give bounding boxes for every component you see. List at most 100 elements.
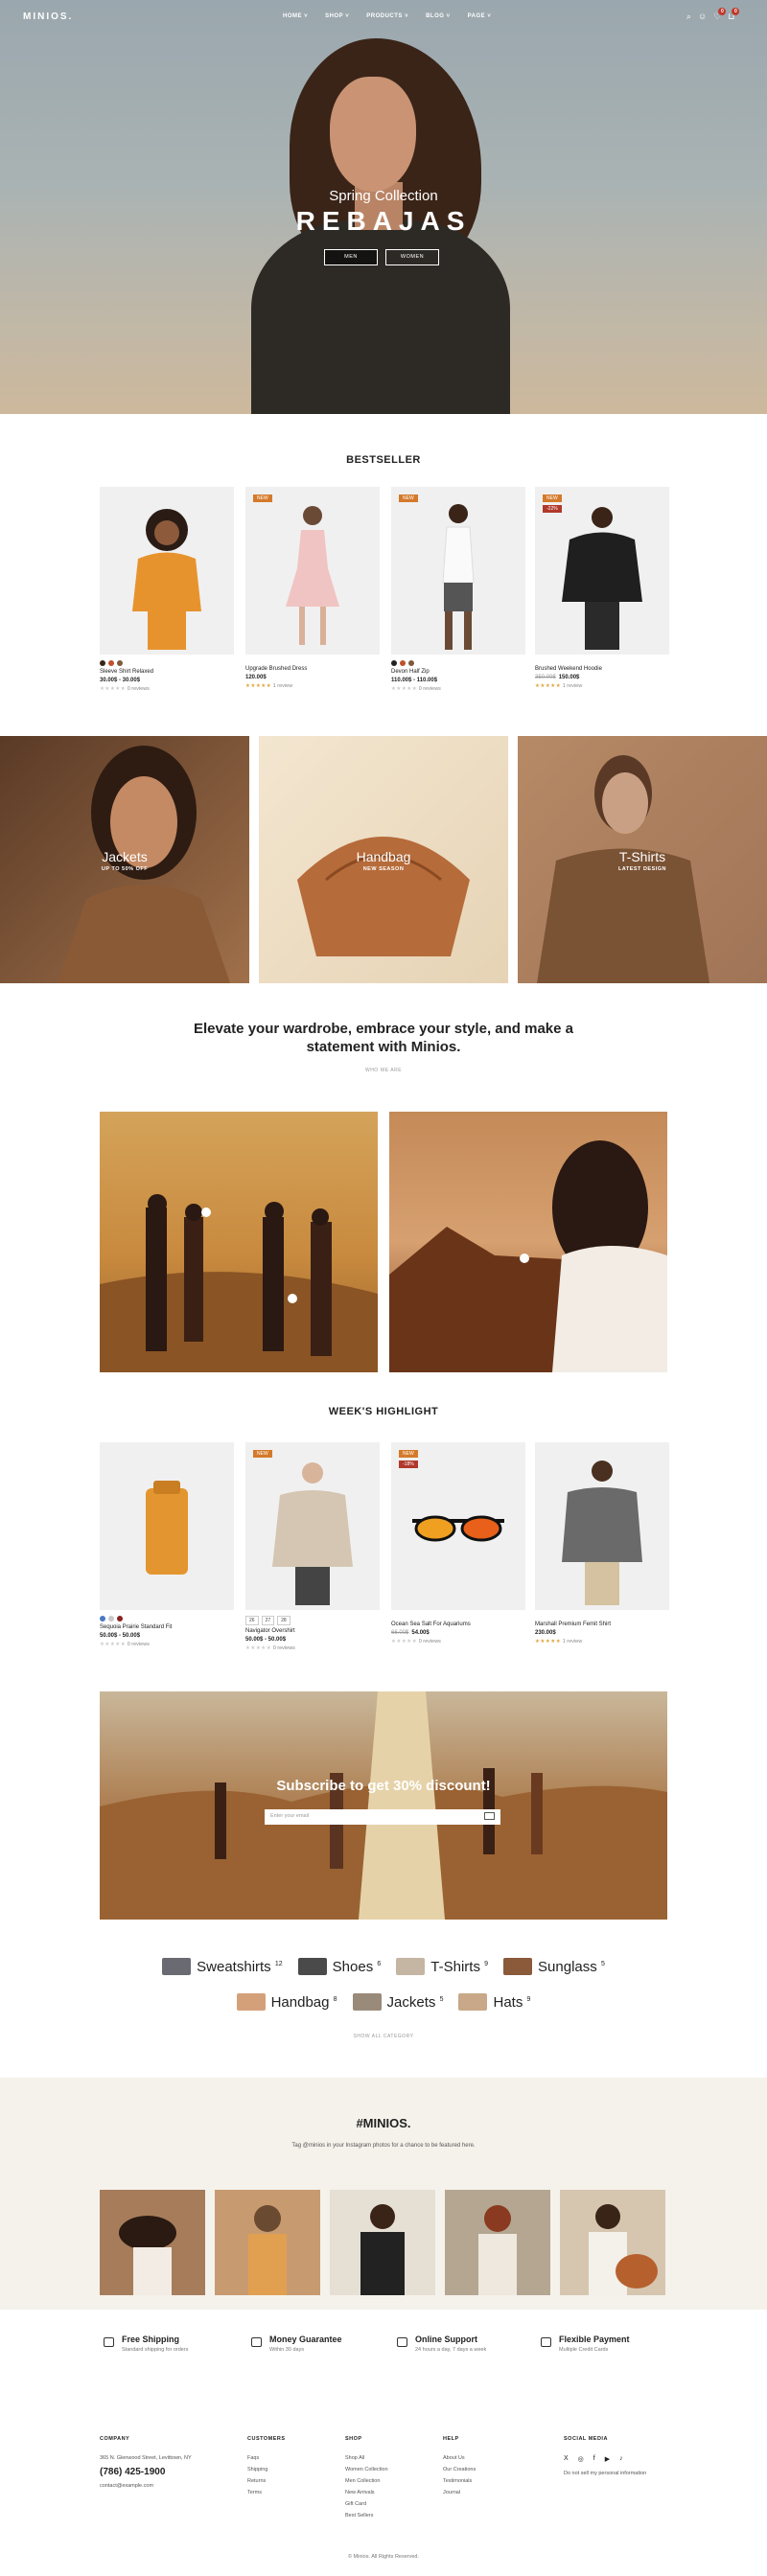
facebook-icon[interactable]: f bbox=[593, 2455, 595, 2463]
mail-icon[interactable] bbox=[484, 1812, 495, 1820]
swatch[interactable] bbox=[100, 660, 105, 666]
product-name[interactable]: Marshall Premium Femit Shirt bbox=[535, 1622, 669, 1627]
product-card[interactable]: NEW -22% Brushed Weekend Hoodie 350.00$ 1… bbox=[535, 487, 669, 689]
cart-icon[interactable]: ⊔ 0 bbox=[728, 8, 740, 22]
product-card[interactable]: NEW Devon Half Zip 110.00$ - 110.00$ ★★★… bbox=[391, 487, 525, 692]
white-tank-image bbox=[442, 504, 475, 650]
category-tag-handbag[interactable]: Handbag 8 bbox=[236, 1993, 337, 2011]
category-label: Sweatshirts 12 bbox=[197, 1958, 283, 1975]
footer-link[interactable]: Men Collection bbox=[345, 2478, 388, 2484]
product-name[interactable]: Sleeve Shirt Relaxed bbox=[100, 669, 234, 675]
instagram-icon[interactable]: ◎ bbox=[578, 2455, 584, 2463]
footer-phone[interactable]: (786) 425-1900 bbox=[100, 2467, 234, 2477]
footer-email[interactable]: contact@example.com bbox=[100, 2483, 234, 2489]
wishlist-icon[interactable]: ♡ 0 bbox=[713, 8, 727, 22]
product-card[interactable]: Marshall Premium Femit Shirt 230.00$ ★★★… bbox=[535, 1442, 669, 1644]
product-image[interactable]: NEW bbox=[245, 487, 380, 655]
product-rating: ★★★★★ 0 reviews bbox=[100, 686, 150, 692]
product-image[interactable] bbox=[100, 1442, 234, 1610]
category-banner-jackets[interactable]: Jackets UP TO 50% OFF bbox=[0, 736, 249, 983]
footer-link[interactable]: Shop All bbox=[345, 2455, 388, 2461]
product-image[interactable] bbox=[535, 1442, 669, 1610]
swatch[interactable] bbox=[400, 660, 406, 666]
footer-link[interactable]: Shipping bbox=[247, 2467, 286, 2472]
size-option[interactable]: 28 bbox=[277, 1616, 291, 1625]
product-name[interactable]: Brushed Weekend Hoodie bbox=[535, 666, 669, 672]
size-option[interactable]: 26 bbox=[245, 1616, 259, 1625]
privacy-link[interactable]: Do not sell my personal information bbox=[564, 2471, 646, 2476]
instagram-photo[interactable] bbox=[445, 2190, 550, 2295]
product-image[interactable]: NEW bbox=[391, 487, 525, 655]
category-tag-shoes[interactable]: Shoes 6 bbox=[297, 1958, 381, 1975]
footer-link[interactable]: Women Collection bbox=[345, 2467, 388, 2472]
site-logo[interactable]: MINIOS. bbox=[23, 12, 73, 22]
hotspot-icon[interactable] bbox=[288, 1294, 297, 1303]
footer-link[interactable]: Testimonials bbox=[443, 2478, 476, 2484]
nav-item-shop[interactable]: SHOP ˅ bbox=[325, 13, 349, 19]
nav-item-home[interactable]: HOME ˅ bbox=[283, 13, 308, 19]
product-image[interactable]: NEW -18% bbox=[391, 1442, 525, 1610]
swatch[interactable] bbox=[100, 1616, 105, 1622]
product-card[interactable]: NEW 26 27 28 Navigator Overshirt 50.00$ - … bbox=[245, 1442, 380, 1651]
swatch[interactable] bbox=[117, 660, 123, 666]
user-icon[interactable]: ☺ bbox=[698, 12, 707, 22]
x-icon[interactable]: X bbox=[564, 2455, 569, 2463]
product-card[interactable]: NEW -18% Ocean Sea Salt For Aquariums 66… bbox=[391, 1442, 525, 1644]
product-name[interactable]: Upgrade Brushed Dress bbox=[245, 666, 380, 672]
who-we-are-link[interactable]: WHO WE ARE bbox=[0, 1068, 767, 1073]
footer-link[interactable]: New Arrivals bbox=[345, 2490, 388, 2496]
category-banner-handbag[interactable]: Handbag NEW SEASON bbox=[259, 736, 508, 983]
swatch[interactable] bbox=[391, 660, 397, 666]
footer-link[interactable]: Terms bbox=[247, 2490, 286, 2496]
footer-link[interactable]: Our Creations bbox=[443, 2467, 476, 2472]
category-banner-tshirts[interactable]: T-Shirts LATEST DESIGN bbox=[518, 736, 767, 983]
swatch[interactable] bbox=[408, 660, 414, 666]
swatch[interactable] bbox=[108, 1616, 114, 1622]
product-image[interactable] bbox=[100, 487, 234, 655]
product-image[interactable]: NEW -22% bbox=[535, 487, 669, 655]
youtube-icon[interactable]: ▶ bbox=[605, 2455, 610, 2463]
nav-item-products[interactable]: PRODUCTS ˅ bbox=[366, 13, 408, 19]
product-name[interactable]: Devon Half Zip bbox=[391, 669, 525, 675]
desert-models-image bbox=[100, 1194, 378, 1372]
email-placeholder: Enter your email bbox=[270, 1813, 310, 1819]
instagram-photo[interactable] bbox=[215, 2190, 320, 2295]
hotspot-icon[interactable] bbox=[520, 1254, 529, 1263]
category-tag-hats[interactable]: Hats 9 bbox=[458, 1993, 530, 2011]
swatch[interactable] bbox=[108, 660, 114, 666]
hotspot-icon[interactable] bbox=[201, 1208, 211, 1217]
size-option[interactable]: 27 bbox=[261, 1616, 275, 1625]
instagram-photo[interactable] bbox=[330, 2190, 435, 2295]
product-card[interactable]: Sleeve Shirt Relaxed 30.00$ - 30.00$ ★★★… bbox=[100, 487, 234, 692]
footer-link[interactable]: Journal bbox=[443, 2490, 476, 2496]
footer-link[interactable]: Best Sellers bbox=[345, 2513, 388, 2518]
footer-link[interactable]: Returns bbox=[247, 2478, 286, 2484]
search-icon[interactable]: ⌕ bbox=[686, 12, 691, 22]
product-card[interactable]: NEW Upgrade Brushed Dress 120.00$ ★★★★★ … bbox=[245, 487, 380, 689]
instagram-photo[interactable] bbox=[100, 2190, 205, 2295]
category-tag-sunglass[interactable]: Sunglass 5 bbox=[503, 1958, 605, 1975]
product-rating: ★★★★★ 1 review bbox=[535, 683, 583, 689]
footer-link[interactable]: Faqs bbox=[247, 2455, 286, 2461]
product-image[interactable]: NEW bbox=[245, 1442, 380, 1610]
nav-item-blog[interactable]: BLOG ˅ bbox=[426, 13, 451, 19]
lookbook-image-2[interactable] bbox=[389, 1112, 667, 1372]
men-button[interactable]: MEN bbox=[324, 249, 378, 265]
instagram-photo[interactable] bbox=[560, 2190, 665, 2295]
lookbook-image-1[interactable] bbox=[100, 1112, 378, 1372]
category-tag-sweatshirts[interactable]: Sweatshirts 12 bbox=[162, 1958, 283, 1975]
swatch[interactable] bbox=[117, 1616, 123, 1622]
category-tag-jackets[interactable]: Jackets 5 bbox=[352, 1993, 443, 2011]
tiktok-icon[interactable]: ♪ bbox=[619, 2455, 623, 2463]
footer-link[interactable]: Gift Card bbox=[345, 2501, 388, 2507]
show-all-category-link[interactable]: SHOW ALL CATEGORY bbox=[0, 2034, 767, 2039]
product-name[interactable]: Ocean Sea Salt For Aquariums bbox=[391, 1622, 525, 1627]
footer-link[interactable]: About Us bbox=[443, 2455, 476, 2461]
email-field[interactable]: Enter your email bbox=[265, 1809, 500, 1825]
women-button[interactable]: WOMEN bbox=[385, 249, 439, 265]
product-card[interactable]: Sequoia Prairie Standard Fit 50.00$ - 50… bbox=[100, 1442, 234, 1647]
nav-item-page[interactable]: PAGE ˅ bbox=[468, 13, 492, 19]
category-tag-tshirts[interactable]: T-Shirts 9 bbox=[396, 1958, 488, 1975]
product-name[interactable]: Navigator Overshirt bbox=[245, 1628, 380, 1634]
product-name[interactable]: Sequoia Prairie Standard Fit bbox=[100, 1624, 234, 1630]
